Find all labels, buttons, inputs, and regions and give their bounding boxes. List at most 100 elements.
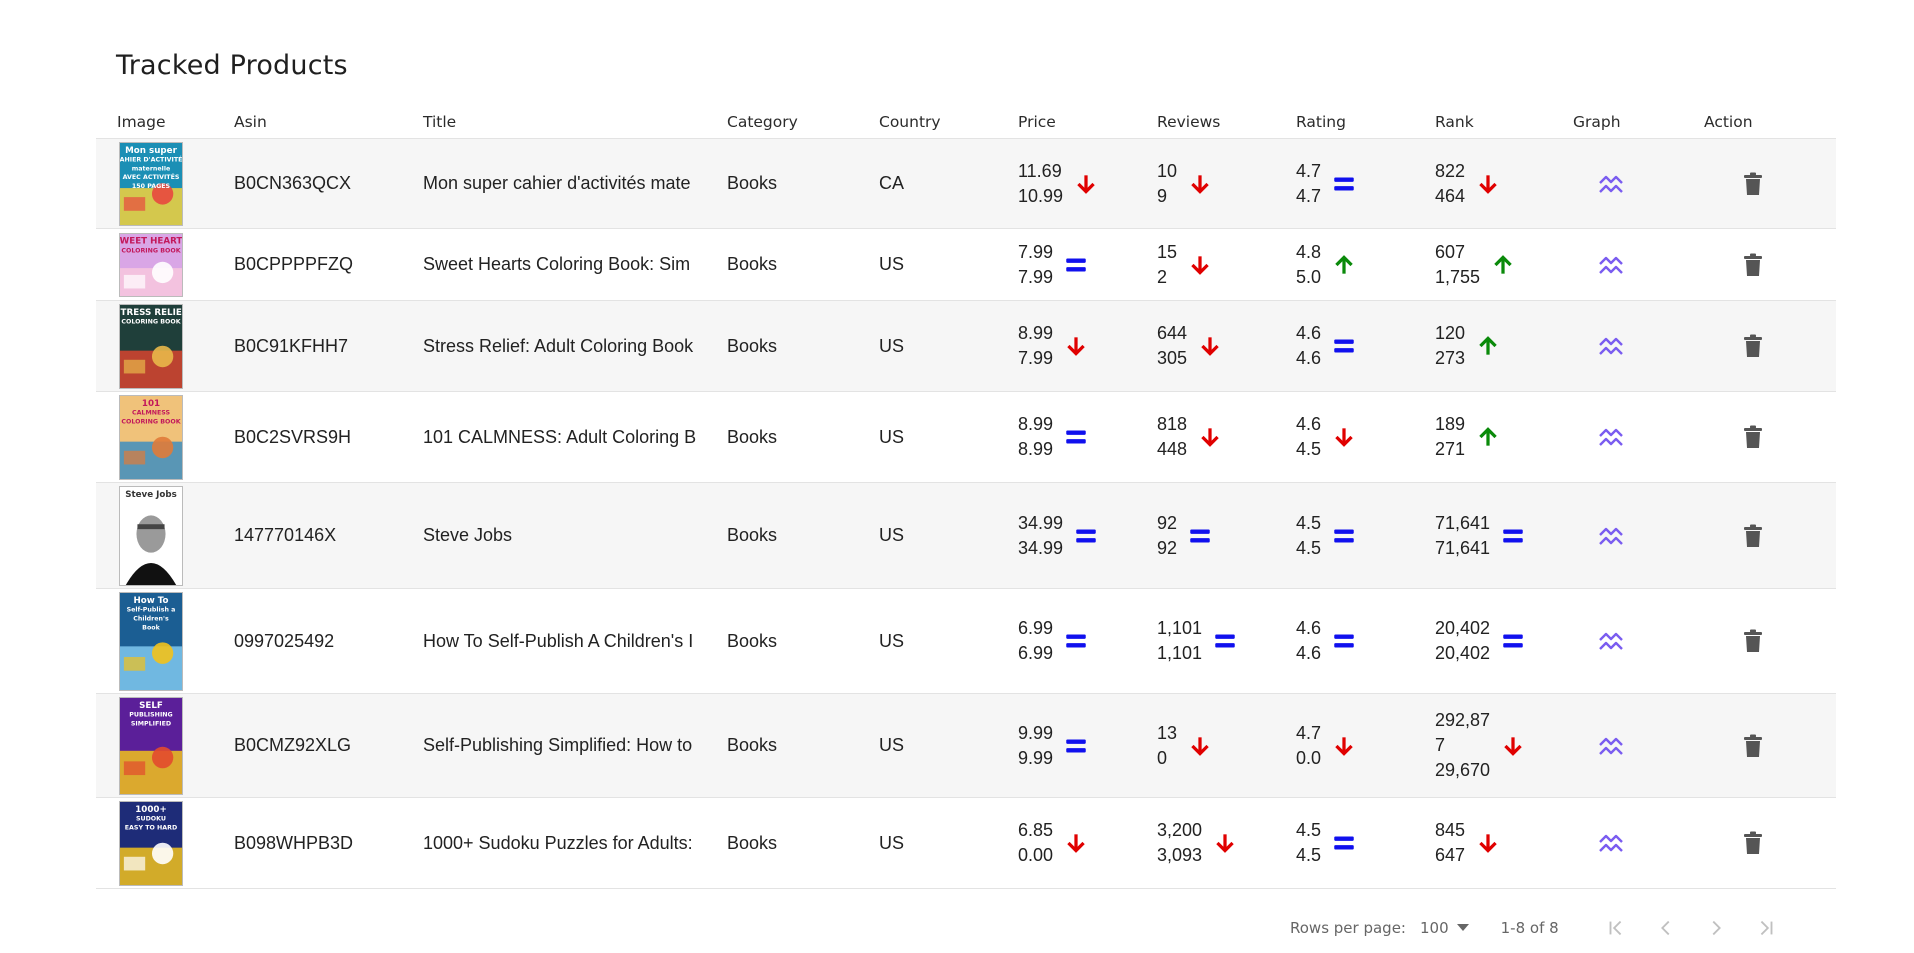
cover-text: SUDOKU [136, 815, 166, 822]
rank-cell: 822 464 [1435, 159, 1573, 209]
equal-icon [1331, 171, 1357, 197]
arrow-down-icon [1187, 252, 1213, 278]
reviews-value: 0 [1157, 747, 1168, 768]
equal-icon [1063, 252, 1089, 278]
arrow-down-icon [1197, 333, 1223, 359]
delete-button[interactable] [1733, 823, 1773, 863]
rows-per-page-select[interactable]: 100 [1420, 919, 1469, 937]
cover-text: Steve Jobs [125, 489, 177, 499]
graph-button[interactable] [1591, 621, 1631, 661]
price-value: 8.99 [1018, 323, 1054, 343]
rating-cell: 4.6 4.6 [1296, 616, 1435, 666]
equal-icon [1500, 523, 1526, 549]
price-cell: 6.99 6.99 [1018, 616, 1157, 666]
next-page-button[interactable] [1701, 913, 1731, 943]
rating-value: 4.6 [1296, 414, 1322, 434]
table-row: How To Self-Publish a Children's Book 099702… [96, 588, 1836, 694]
rating-value: 4.6 [1296, 618, 1322, 638]
delete-button[interactable] [1733, 621, 1773, 661]
delete-button[interactable] [1733, 516, 1773, 556]
last-page-button[interactable] [1751, 913, 1781, 943]
delete-button[interactable] [1733, 245, 1773, 285]
graph-button[interactable] [1591, 245, 1631, 285]
reviews-values: 13 0 [1157, 721, 1177, 771]
price-value: 10.99 [1018, 185, 1064, 206]
cover-text: SELF [139, 700, 163, 710]
book-cover-image: Steve Jobs [119, 485, 183, 586]
table-row: SELF PUBLISHING SIMPLIFIED B0CMZ92XLG Self-P… [96, 693, 1836, 798]
arrow-down-icon [1331, 733, 1357, 759]
cover-text: Children's [133, 615, 169, 622]
graph-button[interactable] [1591, 326, 1631, 366]
reviews-cell: 10 9 [1157, 159, 1296, 209]
price-cell: 11.69 10.99 [1018, 159, 1157, 209]
reviews-value: 2 [1157, 266, 1168, 287]
country-cell: US [879, 588, 1018, 694]
reviews-value: 10 [1157, 160, 1178, 181]
cover-text: 150 PAGES [132, 182, 171, 189]
arrow-up-icon [1475, 333, 1501, 359]
price-cell: 6.85 0.00 [1018, 818, 1157, 868]
cover-text: PUBLISHING [129, 711, 172, 718]
image-cell: SELF PUBLISHING SIMPLIFIED [96, 693, 234, 798]
reviews-value: 1,101 [1157, 618, 1203, 638]
equal-icon [1500, 628, 1526, 654]
price-value: 6.85 [1018, 820, 1054, 840]
rating-cell: 4.6 4.5 [1296, 412, 1435, 462]
reviews-value: 448 [1157, 439, 1188, 459]
table-body: Mon superCAHIER D'ACTIVITÉS maternelleAVE… [96, 138, 1836, 889]
graph-button[interactable] [1591, 726, 1631, 766]
rank-cell: 71,641 71,641 [1435, 511, 1573, 561]
equal-icon [1212, 628, 1238, 654]
delete-button[interactable] [1733, 417, 1773, 457]
arrow-up-icon [1331, 252, 1357, 278]
reviews-value: 1,101 [1157, 643, 1203, 663]
column-header-price: Price [1018, 113, 1056, 131]
asin-cell: B0CMZ92XLG [234, 693, 423, 798]
rows-per-page-value: 100 [1419, 919, 1449, 937]
category-cell: Books [727, 482, 879, 589]
graph-button[interactable] [1591, 164, 1631, 204]
rank-values: 822 464 [1435, 159, 1465, 209]
price-cell: 8.99 8.99 [1018, 412, 1157, 462]
country-cell: US [879, 300, 1018, 392]
column-header-asin: Asin [234, 113, 267, 131]
graph-button[interactable] [1591, 823, 1631, 863]
delete-button[interactable] [1733, 326, 1773, 366]
equal-icon [1063, 733, 1089, 759]
graph-button[interactable] [1591, 516, 1631, 556]
price-value: 9.99 [1018, 722, 1054, 743]
delete-button[interactable] [1733, 164, 1773, 204]
trend-chart-icon [1598, 425, 1624, 449]
rank-value: 120 [1435, 323, 1466, 343]
rank-value: 271 [1435, 439, 1466, 459]
pagination: Rows per page: 100 1-8 of 8 [1290, 913, 1781, 943]
title-cell: How To Self-Publish A Children's I [423, 588, 727, 694]
rating-values: 4.8 5.0 [1296, 240, 1321, 290]
cover-text: How To [133, 595, 168, 605]
reviews-value: 644 [1157, 323, 1188, 343]
price-cell: 34.99 34.99 [1018, 511, 1157, 561]
price-value: 8.99 [1018, 439, 1054, 459]
category-cell: Books [727, 138, 879, 229]
cover-text: Self-Publish a [127, 606, 176, 613]
trend-chart-icon [1598, 524, 1624, 548]
delete-button[interactable] [1733, 726, 1773, 766]
graph-button[interactable] [1591, 417, 1631, 457]
book-cover-image: How To Self-Publish a Children's Book [119, 591, 183, 691]
asin-cell: 147770146X [234, 482, 423, 589]
rating-values: 4.5 4.5 [1296, 818, 1321, 868]
reviews-value: 305 [1157, 348, 1188, 368]
image-cell: SWEET HEARTSCOLORING BOOK [96, 228, 234, 301]
price-values: 6.85 0.00 [1018, 818, 1053, 868]
first-page-button[interactable] [1601, 913, 1631, 943]
rank-value: 20,402 [1435, 643, 1491, 663]
reviews-cell: 1,101 1,101 [1157, 616, 1296, 666]
price-value: 7.99 [1018, 266, 1054, 287]
country-cell: US [879, 482, 1018, 589]
reviews-cell: 818 448 [1157, 412, 1296, 462]
image-cell: Mon superCAHIER D'ACTIVITÉS maternelleAVE… [96, 138, 234, 229]
chevron-right-icon [1712, 920, 1721, 936]
previous-page-button[interactable] [1651, 913, 1681, 943]
rating-value: 4.6 [1296, 643, 1322, 663]
